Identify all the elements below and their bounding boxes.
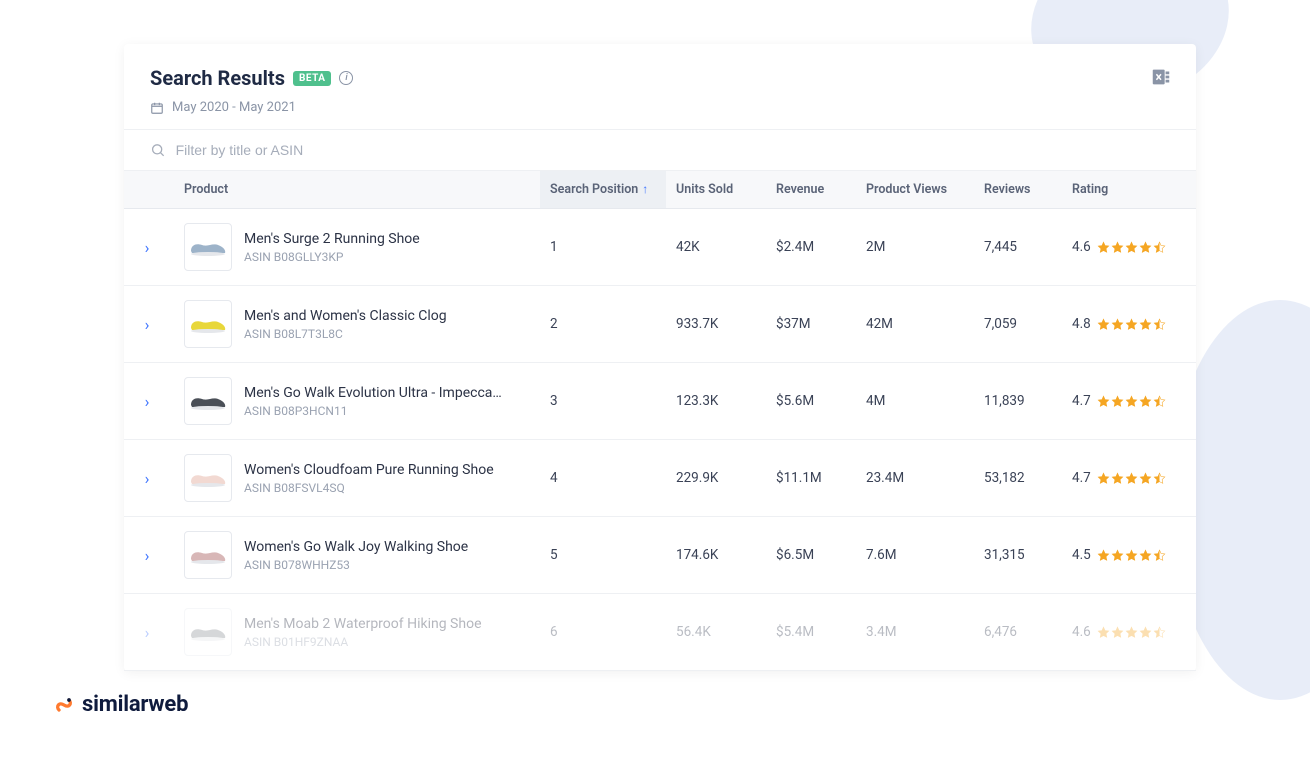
cell-units-sold: 56.4K: [666, 594, 766, 671]
info-icon[interactable]: i: [339, 71, 353, 85]
product-asin: ASIN B08GLLY3KP: [244, 250, 420, 264]
cell-revenue: $6.5M: [766, 517, 856, 594]
product-asin: ASIN B08L7T3L8C: [244, 327, 447, 341]
brand-logo-block: similarweb: [54, 692, 188, 717]
cell-search-position: 5: [540, 517, 666, 594]
sort-ascending-icon: ↑: [642, 182, 648, 196]
product-thumbnail[interactable]: [184, 300, 232, 348]
col-units-sold[interactable]: Units Sold: [666, 171, 766, 209]
cell-product-views: 7.6M: [856, 517, 974, 594]
product-thumbnail[interactable]: [184, 223, 232, 271]
product-title[interactable]: Men's Go Walk Evolution Ultra - Impecca…: [244, 385, 502, 401]
expand-row-icon[interactable]: ›: [145, 238, 150, 257]
product-thumbnail[interactable]: [184, 454, 232, 502]
calendar-icon: [150, 101, 164, 115]
product-asin: ASIN B078WHHZ53: [244, 558, 468, 572]
search-icon: [150, 142, 166, 158]
product-thumbnail[interactable]: [184, 377, 232, 425]
rating-stars: [1097, 395, 1166, 408]
cell-product-views: 2M: [856, 209, 974, 286]
cell-product-views: 42M: [856, 286, 974, 363]
product-title[interactable]: Men's and Women's Classic Clog: [244, 308, 447, 324]
cell-reviews: 11,839: [974, 363, 1062, 440]
product-title[interactable]: Women's Go Walk Joy Walking Shoe: [244, 539, 468, 555]
expand-row-icon[interactable]: ›: [145, 546, 150, 565]
cell-rating-value: 4.7: [1072, 393, 1091, 409]
cell-units-sold: 174.6K: [666, 517, 766, 594]
cell-rating-value: 4.5: [1072, 547, 1091, 563]
cell-rating-value: 4.8: [1072, 316, 1091, 332]
product-thumbnail[interactable]: [184, 608, 232, 656]
col-rating[interactable]: Rating: [1062, 171, 1196, 209]
cell-reviews: 7,445: [974, 209, 1062, 286]
cell-product-views: 4M: [856, 363, 974, 440]
col-reviews[interactable]: Reviews: [974, 171, 1062, 209]
col-expand: [124, 171, 170, 209]
cell-search-position: 2: [540, 286, 666, 363]
col-revenue[interactable]: Revenue: [766, 171, 856, 209]
col-product[interactable]: Product: [170, 171, 540, 209]
cell-revenue: $2.4M: [766, 209, 856, 286]
rating-stars: [1097, 241, 1166, 254]
col-search-position[interactable]: Search Position↑: [540, 171, 666, 209]
results-table: Product Search Position↑ Units Sold Reve…: [124, 171, 1196, 671]
cell-search-position: 1: [540, 209, 666, 286]
cell-search-position: 4: [540, 440, 666, 517]
beta-badge: BETA: [293, 71, 332, 86]
cell-product-views: 23.4M: [856, 440, 974, 517]
expand-row-icon[interactable]: ›: [145, 623, 150, 642]
col-product-views[interactable]: Product Views: [856, 171, 974, 209]
panel-header: Search Results BETA i May 2020 - May 202…: [124, 44, 1196, 130]
cell-rating-value: 4.6: [1072, 239, 1091, 255]
table-row: › Men's and Women's Classic Clog ASIN B0…: [124, 286, 1196, 363]
product-title[interactable]: Men's Surge 2 Running Shoe: [244, 231, 420, 247]
filter-row: [124, 130, 1196, 171]
date-range: May 2020 - May 2021: [172, 100, 296, 115]
table-row: › Women's Go Walk Joy Walking Shoe ASIN …: [124, 517, 1196, 594]
filter-input[interactable]: [176, 142, 1170, 158]
export-excel-button[interactable]: [1150, 66, 1172, 88]
expand-row-icon[interactable]: ›: [145, 315, 150, 334]
table-row: › Women's Cloudfoam Pure Running Shoe AS…: [124, 440, 1196, 517]
cell-revenue: $11.1M: [766, 440, 856, 517]
rating-stars: [1097, 549, 1166, 562]
cell-reviews: 31,315: [974, 517, 1062, 594]
cell-reviews: 7,059: [974, 286, 1062, 363]
expand-row-icon[interactable]: ›: [145, 392, 150, 411]
expand-row-icon[interactable]: ›: [145, 469, 150, 488]
cell-rating-value: 4.6: [1072, 624, 1091, 640]
cell-units-sold: 123.3K: [666, 363, 766, 440]
product-asin: ASIN B08P3HCN11: [244, 404, 502, 418]
cell-revenue: $5.6M: [766, 363, 856, 440]
results-panel: Search Results BETA i May 2020 - May 202…: [124, 44, 1196, 671]
cell-search-position: 3: [540, 363, 666, 440]
rating-stars: [1097, 472, 1166, 485]
table-row: › Men's Surge 2 Running Shoe ASIN B08GLL…: [124, 209, 1196, 286]
cell-product-views: 3.4M: [856, 594, 974, 671]
cell-units-sold: 229.9K: [666, 440, 766, 517]
product-asin: ASIN B08FSVL4SQ: [244, 481, 494, 495]
table-row: › Men's Go Walk Evolution Ultra - Impecc…: [124, 363, 1196, 440]
similarweb-logo-icon: [54, 695, 74, 715]
cell-reviews: 53,182: [974, 440, 1062, 517]
rating-stars: [1097, 318, 1166, 331]
page-title: Search Results: [150, 66, 285, 90]
product-asin: ASIN B01HF9ZNAA: [244, 635, 482, 649]
product-title[interactable]: Men's Moab 2 Waterproof Hiking Shoe: [244, 616, 482, 632]
product-thumbnail[interactable]: [184, 531, 232, 579]
cell-rating-value: 4.7: [1072, 470, 1091, 486]
cell-units-sold: 42K: [666, 209, 766, 286]
cell-units-sold: 933.7K: [666, 286, 766, 363]
rating-stars: [1097, 626, 1166, 639]
cell-revenue: $5.4M: [766, 594, 856, 671]
cell-revenue: $37M: [766, 286, 856, 363]
cell-search-position: 6: [540, 594, 666, 671]
brand-name: similarweb: [82, 692, 188, 717]
table-row: › Men's Moab 2 Waterproof Hiking Shoe AS…: [124, 594, 1196, 671]
cell-reviews: 6,476: [974, 594, 1062, 671]
product-title[interactable]: Women's Cloudfoam Pure Running Shoe: [244, 462, 494, 478]
